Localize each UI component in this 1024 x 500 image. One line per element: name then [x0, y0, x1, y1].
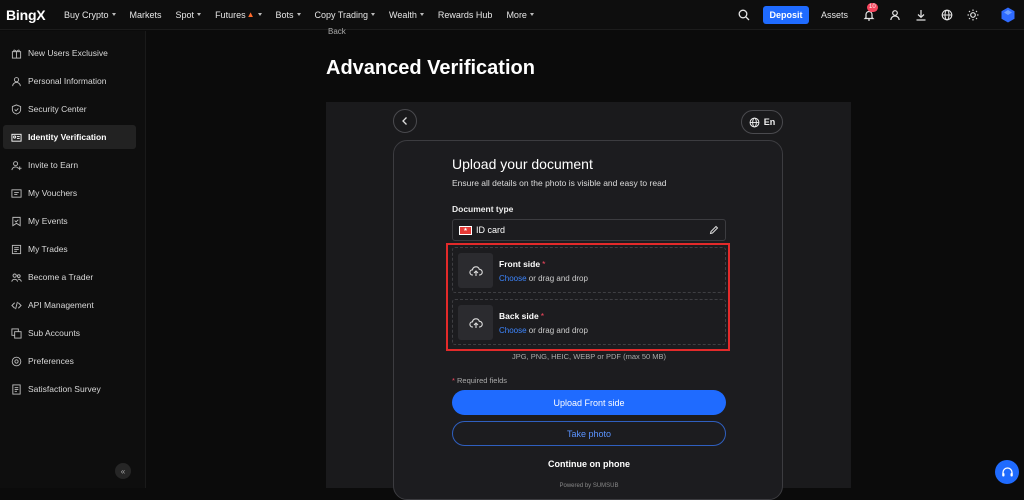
- user-icon[interactable]: [888, 8, 902, 22]
- document-type-select[interactable]: ★ ID card: [452, 219, 726, 241]
- take-photo-button[interactable]: Take photo: [452, 421, 726, 446]
- sidebar-item-personal-info[interactable]: Personal Information: [3, 69, 136, 93]
- trades-icon: [11, 244, 22, 254]
- sidebar-item-trades[interactable]: My Trades: [3, 237, 136, 261]
- accepted-formats: JPG, PNG, HEIC, WEBP or PDF (max 50 MB): [511, 352, 667, 361]
- chevrons-left-icon: «: [120, 466, 126, 476]
- nav-rewards-hub[interactable]: Rewards Hub: [438, 10, 493, 20]
- powered-by-label: Powered by SUMSUB: [559, 483, 619, 489]
- choose-back-link[interactable]: Choose: [499, 326, 527, 335]
- download-icon[interactable]: [914, 8, 928, 22]
- back-side-upload[interactable]: Back side * Choose or drag and drop: [452, 299, 726, 345]
- cloud-upload-icon: [458, 305, 493, 340]
- assets-link[interactable]: Assets: [821, 10, 848, 20]
- support-chat-button[interactable]: [995, 460, 1019, 484]
- continue-on-phone-link[interactable]: Continue on phone: [394, 459, 784, 469]
- shield-icon: [11, 103, 22, 115]
- sidebar-item-identity-verification[interactable]: Identity Verification: [3, 125, 136, 149]
- id-card-icon: [11, 133, 22, 142]
- language-selector[interactable]: En: [741, 110, 783, 134]
- page-title: Advanced Verification: [326, 57, 535, 79]
- back-side-hint: Choose or drag and drop: [499, 326, 588, 335]
- chevron-down-icon: [419, 13, 424, 16]
- chevron-down-icon: [197, 13, 202, 16]
- chevron-down-icon: [371, 13, 376, 16]
- required-fields-note: * Required fields: [452, 376, 508, 385]
- front-side-upload[interactable]: Front side * Choose or drag and drop: [452, 247, 726, 293]
- nav-futures[interactable]: Futures ▲: [215, 10, 262, 20]
- back-side-title: Back side *: [499, 311, 545, 321]
- sidebar-item-api-management[interactable]: API Management: [3, 293, 136, 317]
- verification-panel: En Upload your document Ensure all detai…: [326, 102, 851, 500]
- top-navbar: BingX Buy Crypto Markets Spot Futures ▲ B…: [0, 0, 1024, 30]
- chevron-left-icon: [402, 117, 407, 125]
- sidebar-item-vouchers[interactable]: My Vouchers: [3, 181, 136, 205]
- country-flag-icon: ★: [459, 225, 472, 235]
- chevron-down-icon: [257, 13, 262, 16]
- nav-wealth[interactable]: Wealth: [389, 10, 424, 20]
- sidebar-item-satisfaction-survey[interactable]: Satisfaction Survey: [3, 377, 136, 401]
- fire-icon: ▲: [246, 10, 255, 19]
- upload-card: Upload your document Ensure all details …: [393, 140, 783, 500]
- code-icon: [11, 301, 22, 309]
- nav-actions: Deposit Assets: [737, 0, 1024, 30]
- globe-icon[interactable]: [940, 8, 954, 22]
- survey-icon: [12, 383, 21, 395]
- collapse-sidebar-button[interactable]: «: [115, 463, 131, 479]
- sidebar-item-invite[interactable]: Invite to Earn: [3, 153, 136, 177]
- sidebar-item-events[interactable]: My Events: [3, 209, 136, 233]
- sidebar-item-become-trader[interactable]: Become a Trader: [3, 265, 136, 289]
- cloud-upload-icon: [458, 253, 493, 288]
- upload-heading: Upload your document: [452, 156, 593, 172]
- back-link[interactable]: Back: [328, 27, 346, 36]
- gift-icon: [11, 49, 22, 59]
- sidebar-item-preferences[interactable]: Preferences: [3, 349, 136, 373]
- pencil-icon[interactable]: [709, 225, 719, 235]
- invite-icon: [11, 160, 22, 170]
- chevron-down-icon: [296, 13, 301, 16]
- sun-icon[interactable]: [966, 8, 980, 22]
- front-side-hint: Choose or drag and drop: [499, 274, 588, 283]
- notification-badge: 10: [867, 3, 878, 12]
- nav-more[interactable]: More: [506, 10, 534, 20]
- back-button[interactable]: [393, 109, 417, 133]
- nav-copy-trading[interactable]: Copy Trading: [315, 10, 376, 20]
- user-icon: [12, 76, 21, 86]
- chevron-down-icon: [529, 13, 534, 16]
- sidebar-item-new-users[interactable]: New Users Exclusive: [3, 41, 136, 65]
- chevron-down-icon: [111, 13, 116, 16]
- avatar[interactable]: [1000, 7, 1016, 23]
- choose-front-link[interactable]: Choose: [499, 274, 527, 283]
- nav-markets[interactable]: Markets: [130, 10, 162, 20]
- nav-buy-crypto[interactable]: Buy Crypto: [64, 10, 116, 20]
- nav-bots[interactable]: Bots: [276, 10, 301, 20]
- globe-icon: [749, 117, 760, 127]
- sidebar-item-sub-accounts[interactable]: Sub Accounts: [3, 321, 136, 345]
- sub-accounts-icon: [11, 327, 22, 339]
- events-icon: [12, 216, 21, 226]
- headset-icon: [1001, 466, 1013, 476]
- sidebar: New Users Exclusive Personal Information…: [0, 31, 146, 488]
- brand-logo[interactable]: BingX: [6, 7, 64, 23]
- voucher-icon: [11, 188, 22, 198]
- preferences-icon: [11, 356, 22, 366]
- upload-subheading: Ensure all details on the photo is visib…: [452, 178, 667, 188]
- front-side-title: Front side *: [499, 259, 546, 269]
- main-menu: Buy Crypto Markets Spot Futures ▲ Bots Co…: [64, 0, 548, 30]
- upload-front-side-button[interactable]: Upload Front side: [452, 390, 726, 415]
- search-icon[interactable]: [737, 8, 751, 22]
- trader-icon: [11, 273, 22, 282]
- document-type-label: Document type: [452, 204, 514, 214]
- deposit-button[interactable]: Deposit: [762, 6, 809, 24]
- sidebar-item-security[interactable]: Security Center: [3, 97, 136, 121]
- nav-spot[interactable]: Spot: [176, 10, 202, 20]
